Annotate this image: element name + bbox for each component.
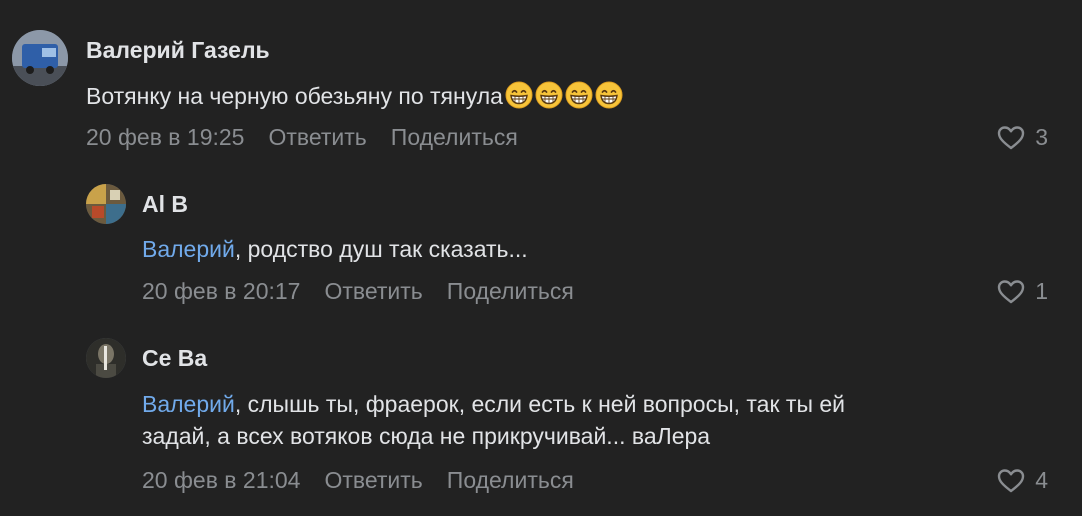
reply-button[interactable]: Ответить (324, 278, 422, 305)
like-count: 4 (1035, 467, 1048, 493)
avatar-image (86, 184, 126, 224)
comment-date[interactable]: 20 фев в 21:04 (142, 467, 300, 494)
comment-text-body: , родство душ так сказать... (234, 236, 528, 262)
avatar-image (86, 338, 126, 378)
comment-author[interactable]: Al B (142, 191, 188, 218)
comment-text-body: Вотянку на черную обезьяну по тянула (86, 83, 503, 109)
avatar[interactable] (86, 338, 126, 378)
emoji-group (503, 81, 623, 109)
avatar[interactable] (12, 30, 68, 86)
comment-text-line: задай, а всех вотяков сюда не прикручива… (142, 423, 711, 449)
heart-outline-icon (998, 469, 1025, 493)
comment-date[interactable]: 20 фев в 20:17 (142, 278, 300, 305)
grinning-face-emoji (565, 81, 593, 109)
grinning-face-emoji (535, 81, 563, 109)
like-count: 3 (1035, 124, 1048, 150)
like-button[interactable]: 4 (997, 467, 1048, 494)
share-button[interactable]: Поделиться (391, 124, 518, 151)
mention-link[interactable]: Валерий (142, 391, 235, 417)
like-button[interactable]: 3 (997, 124, 1048, 151)
comment-author[interactable]: Валерий Газель (86, 37, 270, 64)
reply-button[interactable]: Ответить (324, 467, 422, 494)
comment-meta: 20 фев в 19:25 Ответить Поделиться (86, 124, 518, 151)
heart-outline-icon (998, 280, 1025, 304)
comment-text: Валерий, слышь ты, фраерок, если есть к … (142, 388, 845, 452)
comment-meta: 20 фев в 20:17 Ответить Поделиться (142, 278, 574, 305)
comment-text: Вотянку на черную обезьяну по тянула (86, 80, 623, 112)
avatar-van-image (12, 30, 68, 86)
comment-text: Валерий, родство душ так сказать... (142, 233, 528, 265)
grinning-face-emoji (595, 81, 623, 109)
reply-button[interactable]: Ответить (268, 124, 366, 151)
comment-text-body: , слышь ты, фраерок, если есть к ней воп… (234, 391, 846, 417)
like-count: 1 (1035, 278, 1048, 304)
grinning-face-emoji (505, 81, 533, 109)
comment-date[interactable]: 20 фев в 19:25 (86, 124, 244, 151)
mention-link[interactable]: Валерий (142, 236, 235, 262)
comment-meta: 20 фев в 21:04 Ответить Поделиться (142, 467, 574, 494)
share-button[interactable]: Поделиться (447, 278, 574, 305)
comment-author[interactable]: Ce Ba (142, 345, 207, 372)
share-button[interactable]: Поделиться (447, 467, 574, 494)
heart-outline-icon (998, 126, 1025, 150)
like-button[interactable]: 1 (997, 278, 1048, 305)
avatar[interactable] (86, 184, 126, 224)
comment-text-line: Валерий, слышь ты, фраерок, если есть к … (142, 388, 845, 420)
